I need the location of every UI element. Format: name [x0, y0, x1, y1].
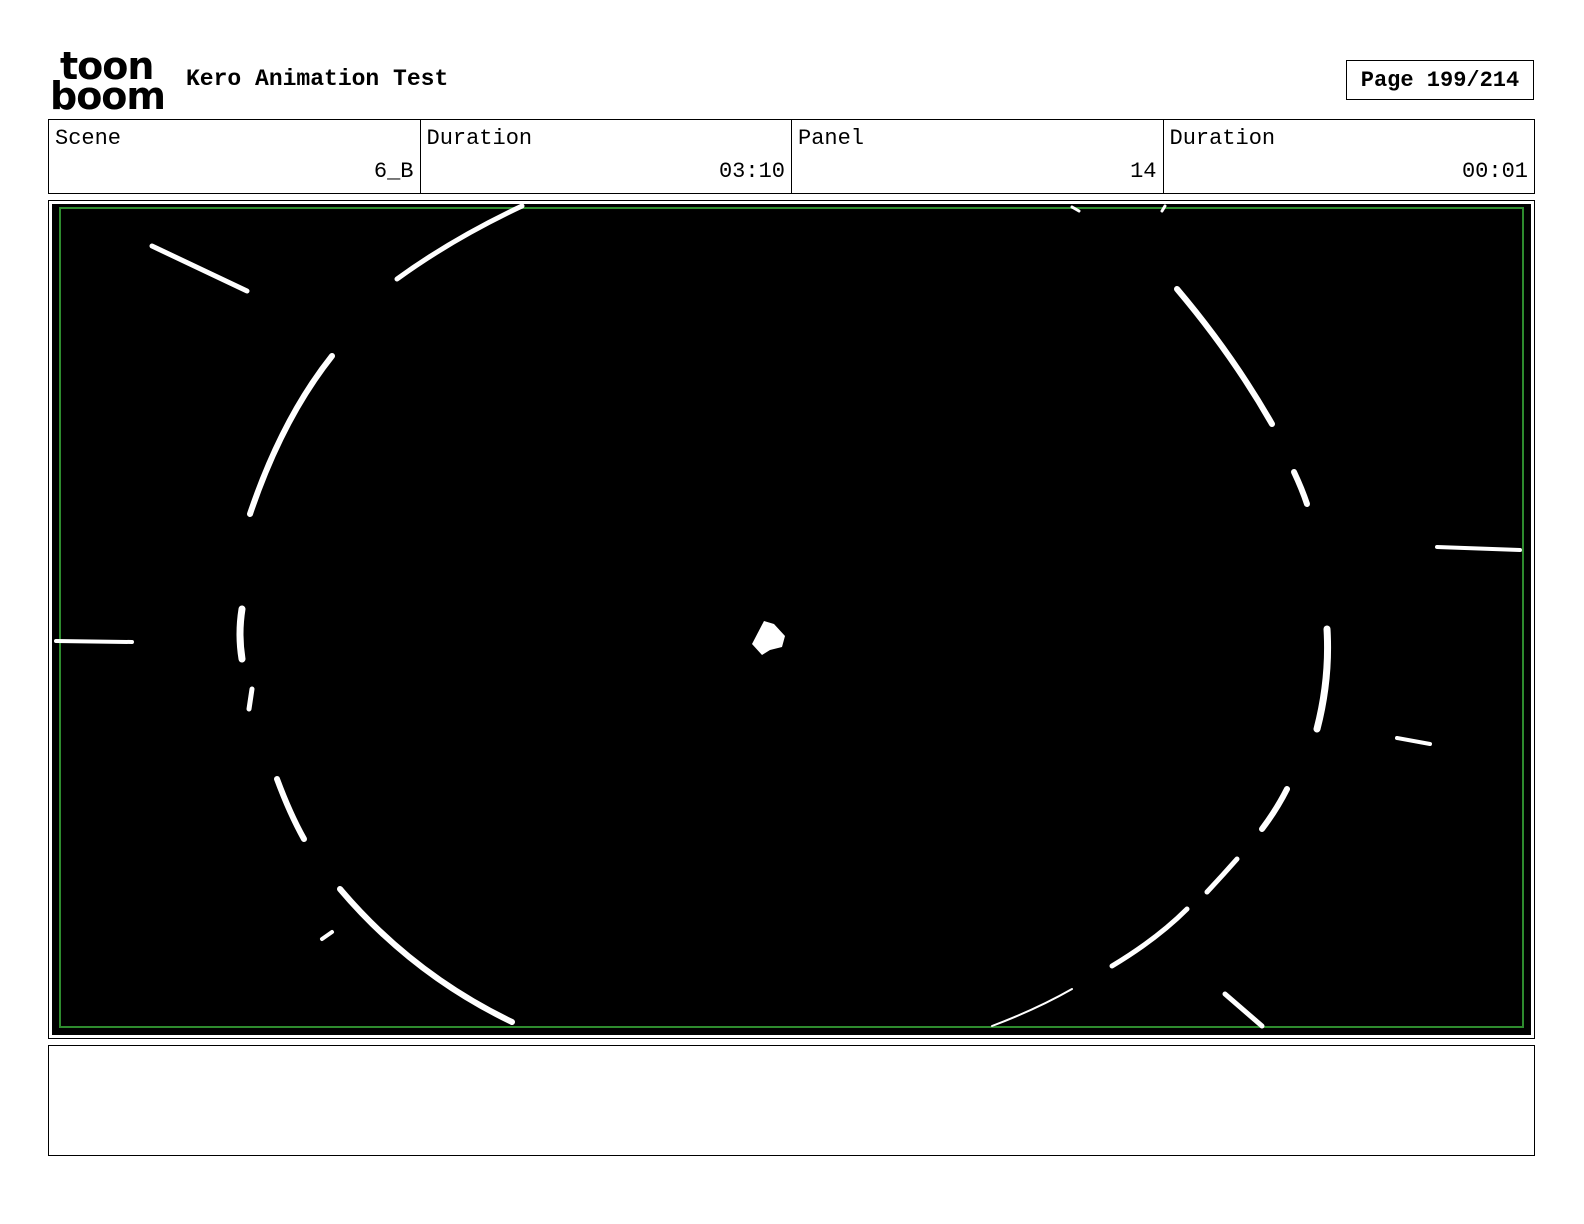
scene-duration-label: Duration [426, 126, 533, 151]
project-title: Kero Animation Test [186, 66, 449, 92]
stroke-left [54, 639, 134, 644]
panel-cell: Panel 14 [792, 120, 1164, 193]
panel-notes [48, 1045, 1535, 1156]
toonboom-logo: toon boom [50, 47, 166, 118]
panel-duration-cell: Duration 00:01 [1164, 120, 1535, 193]
panel-drawing [52, 204, 1531, 1035]
scene-duration-cell: Duration 03:10 [421, 120, 792, 193]
panel-duration-value: 00:01 [1461, 159, 1528, 184]
logo-text-bottom: boom [50, 74, 166, 118]
panel-value: 14 [1130, 159, 1157, 184]
circle-arc-left-small [246, 686, 255, 712]
scene-duration-value: 03:10 [718, 159, 785, 184]
scene-label: Scene [55, 126, 122, 151]
panel-background [52, 204, 1531, 1035]
circle-arc-left-mid [236, 605, 246, 663]
panel-duration-label: Duration [1169, 126, 1276, 151]
page-indicator: Page 199/214 [1346, 60, 1534, 100]
scene-cell: Scene 6_B [49, 120, 421, 193]
panel-frame [48, 200, 1535, 1039]
panel-label: Panel [798, 126, 865, 151]
page-number: Page 199/214 [1360, 67, 1520, 93]
panel-info-table: Scene 6_B Duration 03:10 Panel 14 Durati… [48, 119, 1535, 194]
scene-value: 6_B [373, 159, 414, 184]
